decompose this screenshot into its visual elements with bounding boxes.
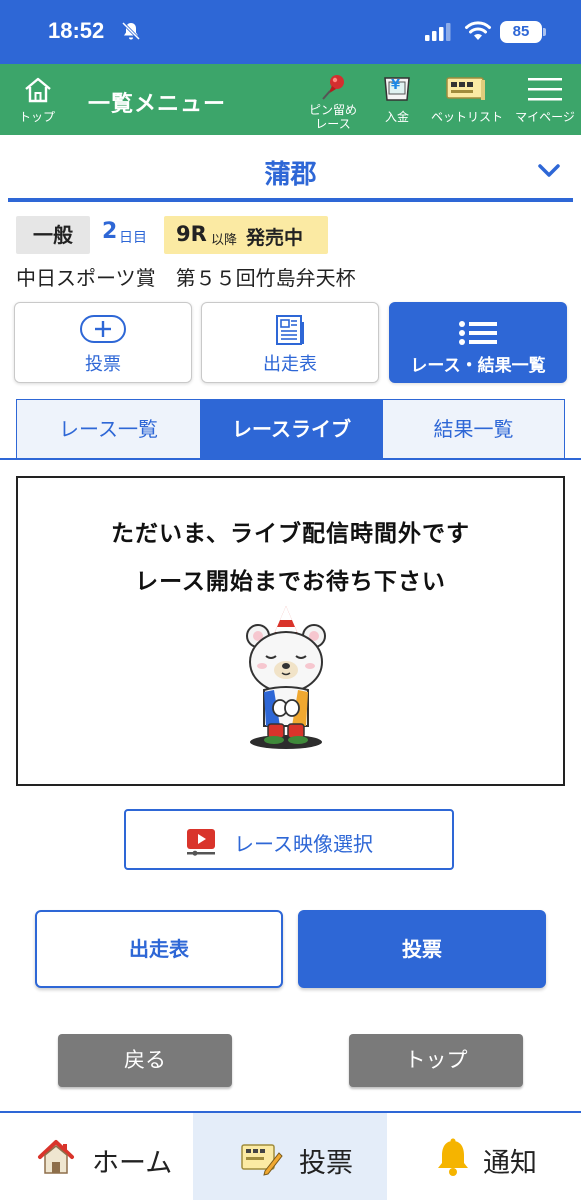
live-offline-message: ただいま、ライブ配信時間外です xyxy=(110,521,471,547)
venue-selector[interactable]: 蒲郡 xyxy=(0,135,581,205)
bottom-tab-notify-label: 通知 xyxy=(483,1148,537,1179)
entry-table-action-label: 出走表 xyxy=(263,354,317,375)
bottom-tab-notify[interactable]: 通知 xyxy=(387,1113,581,1200)
bottom-tab-home-label: ホーム xyxy=(92,1148,173,1179)
hamburger-menu-icon xyxy=(528,78,562,101)
battery-tip xyxy=(543,28,546,36)
bottom-tab-bar: ホーム 投票 通知 xyxy=(0,1111,581,1200)
betting-slip-icon xyxy=(446,77,485,100)
race-results-list-action-button[interactable]: レース・結果一覧 xyxy=(389,302,567,383)
vote-action-label: 投票 xyxy=(85,354,121,375)
wifi-icon xyxy=(465,21,491,40)
sale-status-badge: 9R 以降 発売中 xyxy=(164,216,328,254)
cellular-signal-icon xyxy=(425,23,451,41)
race-results-list-action-label: レース・結果一覧 xyxy=(410,356,546,376)
sale-since-label: 以降 xyxy=(211,233,238,248)
sale-race-number: 9R xyxy=(176,222,207,246)
race-video-select-button[interactable]: レース映像選択 xyxy=(124,809,454,870)
tab-race-live[interactable]: レースライブ xyxy=(200,400,383,458)
bottom-tab-vote[interactable]: 投票 xyxy=(193,1113,387,1200)
battery-indicator: 85 xyxy=(500,21,542,43)
tab-results-list[interactable]: 結果一覧 xyxy=(383,400,564,458)
header-deposit-button[interactable]: ¥ 入金 xyxy=(374,64,420,135)
entry-table-button[interactable]: 出走表 xyxy=(35,910,283,988)
bell-icon xyxy=(438,1138,468,1176)
header-deposit-label: 入金 xyxy=(384,110,409,124)
header-top-button[interactable]: トップ xyxy=(8,64,66,135)
race-title: 中日スポーツ賞 第５５回竹島弁天杯 xyxy=(16,266,356,290)
bottom-tab-home[interactable]: ホーム xyxy=(0,1113,193,1200)
sale-status-label: 発売中 xyxy=(246,227,304,249)
top-button[interactable]: トップ xyxy=(349,1034,523,1087)
bottom-tab-vote-label: 投票 xyxy=(299,1148,353,1179)
app-header: トップ 一覧メニュー ピン留め レース ¥ 入金 ベットリスト マイページ xyxy=(0,64,581,135)
status-bar: 18:52 85 xyxy=(0,0,581,64)
vote-action-button[interactable]: 投票 xyxy=(14,302,192,383)
venue-underline xyxy=(8,198,573,202)
newspaper-icon xyxy=(276,315,304,345)
header-pin-label-2: レース xyxy=(315,117,351,131)
live-stream-panel: ただいま、ライブ配信時間外です レース開始までお待ち下さい xyxy=(16,476,565,786)
bear-mascot-image xyxy=(246,606,326,749)
venue-name: 蒲郡 xyxy=(264,160,317,190)
entry-table-action-button[interactable]: 出走表 xyxy=(201,302,379,383)
plus-circle-icon xyxy=(80,315,126,343)
header-mypage-label: マイページ xyxy=(515,110,575,124)
header-mypage-button[interactable]: マイページ xyxy=(512,64,578,135)
header-top-label: トップ xyxy=(18,110,55,124)
grade-badge: 一般 xyxy=(16,216,90,254)
sub-tabs: レース一覧 レースライブ 結果一覧 xyxy=(16,399,565,459)
header-betlist-button[interactable]: ベットリスト xyxy=(428,64,506,135)
pushpin-icon xyxy=(322,75,344,100)
live-wait-message: レース開始までお待ち下さい xyxy=(135,569,446,595)
house-icon xyxy=(38,1140,74,1174)
status-time: 18:52 xyxy=(48,18,105,43)
vote-button[interactable]: 投票 xyxy=(298,910,546,988)
home-outline-icon xyxy=(25,77,51,103)
tab-race-list[interactable]: レース一覧 xyxy=(17,400,200,458)
day-number: 2 xyxy=(102,219,118,244)
bell-muted-icon xyxy=(121,21,141,41)
header-pin-race-button[interactable]: ピン留め レース xyxy=(300,64,366,135)
back-button[interactable]: 戻る xyxy=(58,1034,232,1087)
day-unit: 日目 xyxy=(119,230,147,246)
chevron-down-icon xyxy=(538,164,560,177)
list-icon xyxy=(459,321,497,345)
header-betlist-label: ベットリスト xyxy=(430,110,503,124)
header-title: 一覧メニュー xyxy=(88,92,227,117)
yen-symbol: ¥ xyxy=(391,78,401,93)
tabs-divider xyxy=(0,458,581,460)
betting-slip-pencil-icon xyxy=(241,1144,283,1176)
race-video-select-label: レース映像選択 xyxy=(234,832,373,856)
video-play-icon xyxy=(187,829,215,856)
header-pin-label-1: ピン留め xyxy=(308,103,357,117)
